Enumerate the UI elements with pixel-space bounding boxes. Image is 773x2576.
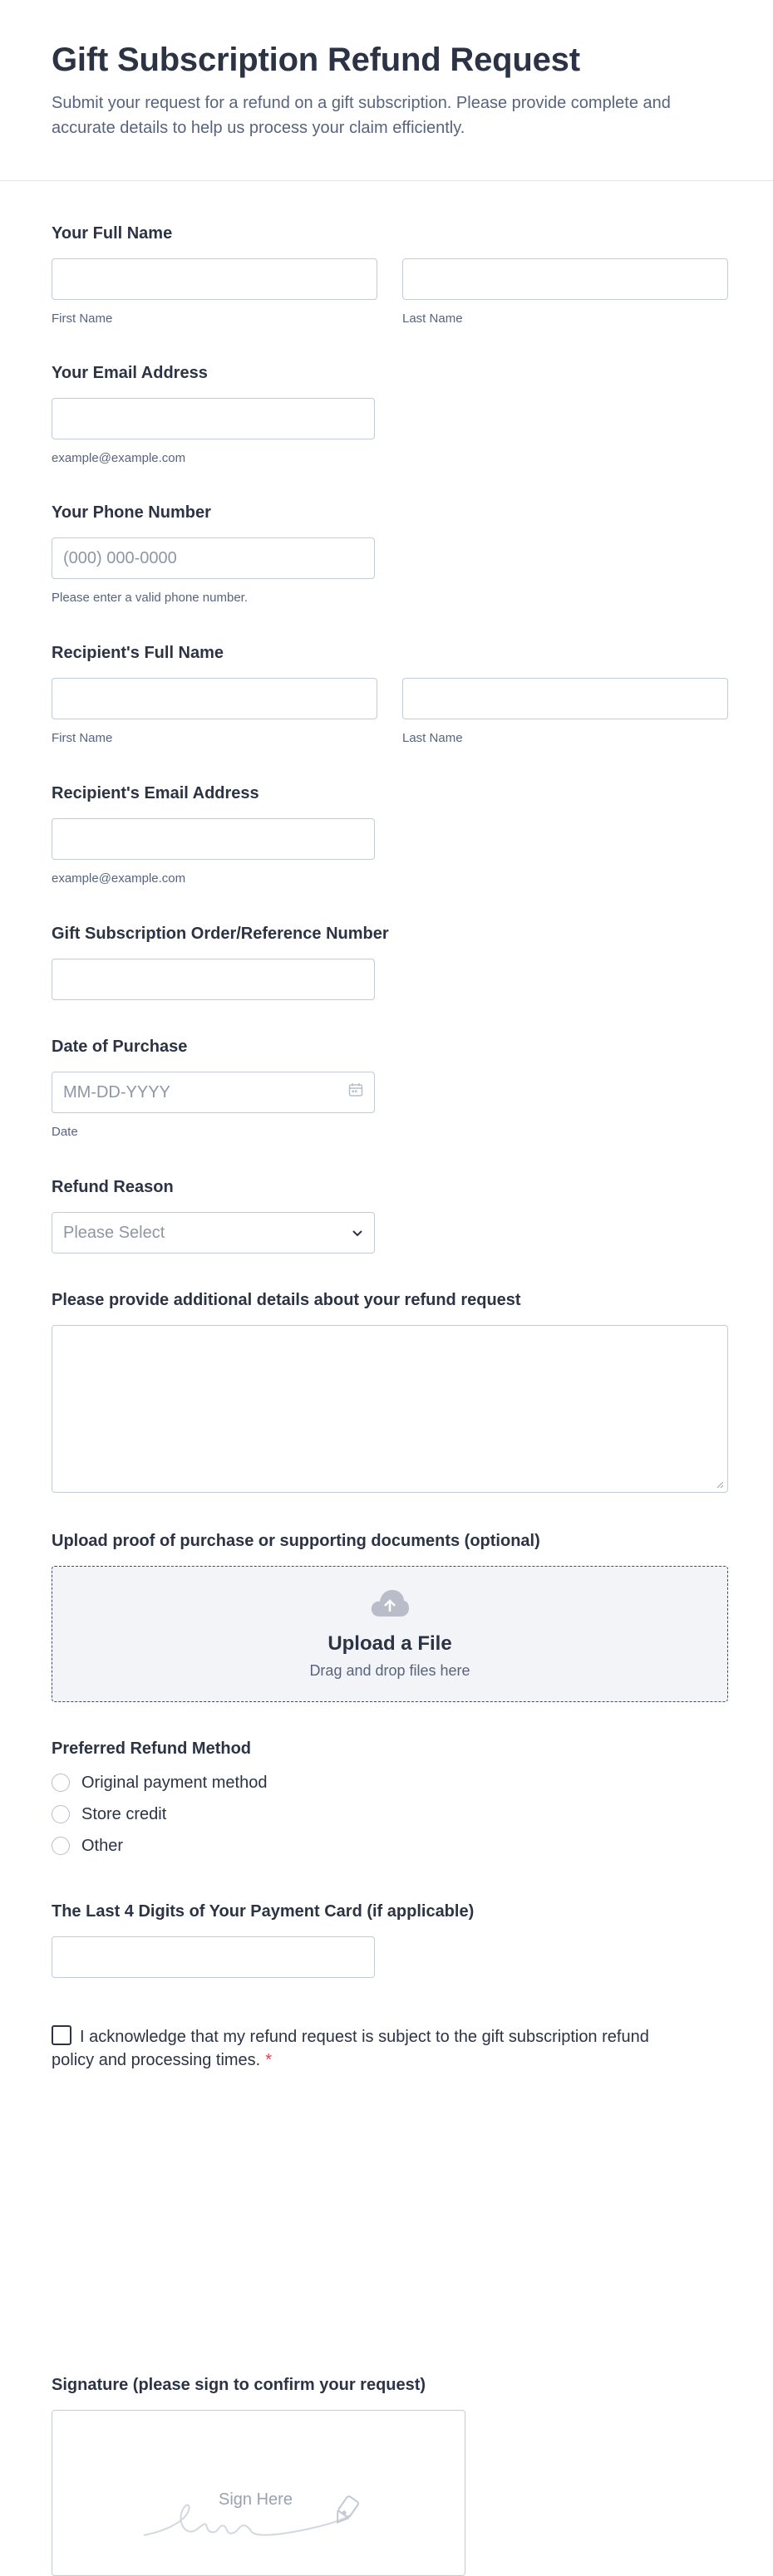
radio-button[interactable]: [52, 1837, 70, 1855]
email-label: Your Email Address: [52, 364, 208, 382]
recipient-email-label: Recipient's Email Address: [52, 784, 259, 802]
card-digits-label: The Last 4 Digits of Your Payment Card (…: [52, 1902, 475, 1921]
details-field: Please provide additional details about …: [52, 1291, 728, 1493]
refund-reason-selected: Please Select: [63, 1223, 165, 1242]
form-header: Gift Subscription Refund Request Submit …: [0, 0, 773, 181]
recipient-email-input[interactable]: [52, 818, 375, 860]
refund-method-option-label: Store credit: [81, 1804, 167, 1823]
last-name-sublabel: Last Name: [402, 312, 463, 326]
radio-button[interactable]: [52, 1774, 70, 1792]
recipient-last-name-input[interactable]: [402, 678, 728, 719]
phone-sublabel: Please enter a valid phone number.: [52, 591, 248, 605]
recipient-email-sublabel: example@example.com: [52, 871, 186, 886]
card-digits-field: The Last 4 Digits of Your Payment Card (…: [52, 1902, 474, 1978]
refund-method-option[interactable]: Other: [52, 1830, 267, 1862]
refund-method-label: Preferred Refund Method: [52, 1739, 252, 1758]
recipient-name-label: Recipient's Full Name: [52, 644, 224, 662]
resize-handle-icon[interactable]: [716, 1480, 724, 1489]
page-subtitle: Submit your request for a refund on a gi…: [52, 94, 671, 137]
purchase-date-sublabel: Date: [52, 1125, 78, 1139]
refund-reason-field: Refund Reason Please Select: [52, 1178, 375, 1254]
refund-method-option[interactable]: Store credit: [52, 1798, 267, 1830]
order-number-label: Gift Subscription Order/Reference Number: [52, 925, 389, 943]
email-sublabel: example@example.com: [52, 451, 186, 465]
recipient-email-field: Recipient's Email Address example@exampl…: [52, 784, 375, 886]
full-name-label: Your Full Name: [52, 224, 173, 243]
last-name-input[interactable]: [402, 258, 728, 300]
required-asterisk: *: [265, 2051, 273, 2069]
card-digits-input[interactable]: [52, 1936, 375, 1978]
email-input[interactable]: [52, 398, 375, 439]
recipient-first-name-input[interactable]: [52, 678, 377, 719]
signature-scribble-icon: [135, 2487, 385, 2549]
chevron-down-icon: [352, 1224, 363, 1243]
recipient-last-name-sublabel: Last Name: [402, 731, 463, 745]
phone-field: Your Phone Number (000) 000-0000 Please …: [52, 503, 375, 605]
email-field: Your Email Address example@example.com: [52, 364, 375, 465]
acknowledge-checkbox[interactable]: [52, 2025, 71, 2045]
purchase-date-label: Date of Purchase: [52, 1038, 188, 1056]
cloud-upload-icon: [370, 1588, 410, 1622]
refund-method-option[interactable]: Original payment method: [52, 1767, 267, 1798]
upload-title: Upload a File: [327, 1632, 452, 1655]
refund-method-field: Preferred Refund Method Original payment…: [52, 1739, 267, 1862]
phone-placeholder: (000) 000-0000: [63, 548, 177, 567]
upload-sublabel: Drag and drop files here: [309, 1662, 470, 1679]
radio-button[interactable]: [52, 1805, 70, 1823]
details-textarea[interactable]: [52, 1325, 728, 1493]
refund-method-option-label: Original payment method: [81, 1773, 268, 1792]
purchase-date-input[interactable]: MM-DD-YYYY: [52, 1072, 375, 1113]
full-name-field: Your Full Name First Name Last Name: [52, 224, 728, 326]
purchase-date-placeholder: MM-DD-YYYY: [63, 1082, 170, 1102]
phone-label: Your Phone Number: [52, 503, 211, 522]
acknowledge-text: I acknowledge that my refund request is …: [52, 2028, 649, 2069]
refund-reason-label: Refund Reason: [52, 1178, 174, 1196]
order-number-field: Gift Subscription Order/Reference Number: [52, 925, 389, 1000]
details-label: Please provide additional details about …: [52, 1291, 521, 1309]
order-number-input[interactable]: [52, 959, 375, 1000]
page-title: Gift Subscription Refund Request: [52, 42, 580, 78]
upload-field: Upload proof of purchase or supporting d…: [52, 1532, 728, 1702]
refund-method-option-label: Other: [81, 1836, 124, 1855]
upload-label: Upload proof of purchase or supporting d…: [52, 1532, 540, 1550]
signature-label: Signature (please sign to confirm your r…: [52, 2376, 426, 2394]
calendar-icon[interactable]: [348, 1082, 363, 1102]
first-name-input[interactable]: [52, 258, 377, 300]
first-name-sublabel: First Name: [52, 312, 113, 326]
signature-field: Signature (please sign to confirm your r…: [52, 2376, 465, 2576]
acknowledge-field: I acknowledge that my refund request is …: [52, 2025, 683, 2072]
recipient-first-name-sublabel: First Name: [52, 731, 113, 745]
purchase-date-field: Date of Purchase MM-DD-YYYY Date: [52, 1038, 375, 1139]
refund-reason-select[interactable]: Please Select: [52, 1212, 375, 1254]
signature-pad[interactable]: Sign Here: [52, 2410, 465, 2576]
recipient-name-field: Recipient's Full Name First Name Last Na…: [52, 644, 728, 745]
phone-input[interactable]: (000) 000-0000: [52, 537, 375, 579]
file-upload-dropzone[interactable]: Upload a File Drag and drop files here: [52, 1566, 728, 1702]
